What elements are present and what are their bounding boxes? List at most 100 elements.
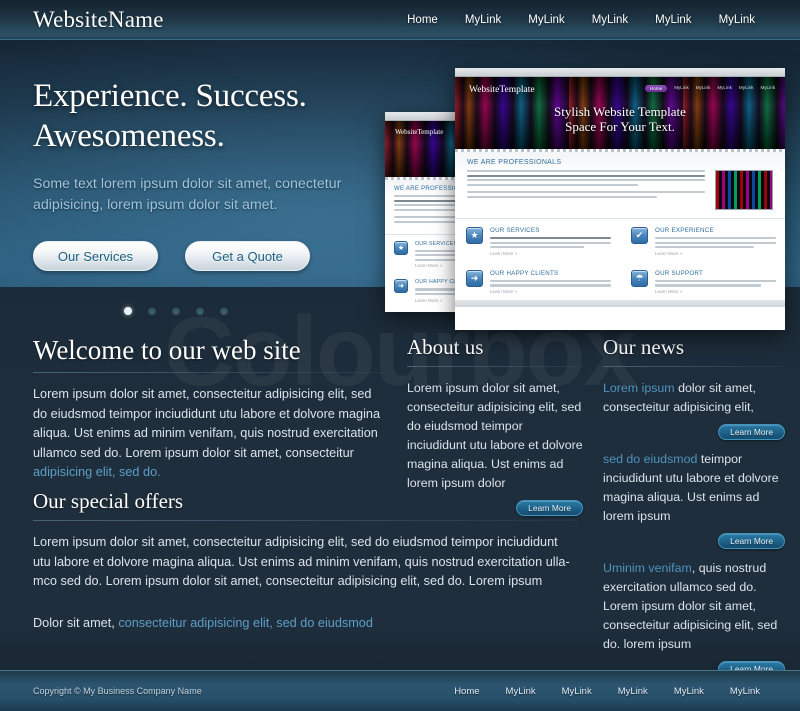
mockup-nav-4[interactable]: MyLink: [739, 85, 754, 92]
offers-section: Our special offers Lorem ipsum dolor sit…: [33, 489, 578, 630]
about-heading: About us: [407, 335, 484, 359]
news-learn-more-button[interactable]: Learn More: [718, 533, 785, 549]
offers-body: Lorem ipsum dolor sit amet, consecteitur…: [33, 535, 570, 588]
welcome-body-text: Lorem ipsum dolor sit amet, consecteitur…: [33, 387, 381, 460]
footer-nav-1[interactable]: MyLink: [506, 686, 536, 697]
nav-item-5[interactable]: MyLink: [719, 14, 755, 26]
news-item: Lorem ipsum dolor sit amet, consecteitur…: [603, 379, 785, 440]
welcome-body: Lorem ipsum dolor sit amet, consecteitur…: [33, 385, 385, 483]
hero-buttons: Our Services Get a Quote: [33, 241, 393, 271]
mockup-front-feature-title: OUR EXPERIENCE: [655, 227, 714, 234]
mockup-front-hero: WebsiteTemplate Home MyLink MyLink MyLin…: [455, 77, 785, 149]
mockup-front-feature-learn-more[interactable]: Learn More »: [490, 289, 611, 294]
news-item-link[interactable]: Lorem ipsum: [603, 381, 675, 395]
mockup-front-feature-title: OUR SUPPORT: [655, 269, 704, 277]
mockup-front-feature-learn-more[interactable]: Learn More »: [655, 289, 776, 294]
mockup-front-footer: [455, 299, 785, 307]
main-content: Colourbox Welcome to our web site Lorem …: [0, 287, 800, 711]
mockup-nav-2[interactable]: MyLink: [696, 85, 711, 92]
browser-mockup-front: WebsiteTemplate Home MyLink MyLink MyLin…: [455, 68, 785, 330]
slider-dot-3[interactable]: [172, 307, 180, 315]
hero-headline-line2: Awesomeness.: [33, 118, 225, 154]
mockup-back-brand: WebsiteTemplate: [395, 128, 444, 136]
site-header: WebsiteName Home MyLink MyLink MyLink My…: [0, 0, 800, 40]
mockup-front-feature[interactable]: ✔ OUR EXPERIENCE Learn More »: [620, 219, 785, 262]
news-item: sed do eiudsmod teimpor inciudidunt utu …: [603, 450, 785, 549]
about-rule: [407, 366, 583, 367]
mockup-nav-1[interactable]: MyLink: [674, 85, 689, 92]
star-icon: ★: [466, 227, 483, 244]
footer-nav-5[interactable]: MyLink: [730, 686, 760, 697]
footer-copyright: Copyright © My Business Company Name: [33, 686, 202, 696]
slider-dot-1[interactable]: [124, 307, 132, 315]
hero-headline-line1: Experience. Success.: [33, 78, 307, 114]
mockup-front-image: [715, 170, 773, 210]
mockup-front-title-line2: Space For Your Text.: [565, 119, 675, 134]
welcome-heading: Welcome to our web site: [33, 335, 301, 365]
mockup-front-features: ★ OUR SERVICES Learn More » ✔ OUR EXPERI…: [455, 218, 785, 300]
offers-tail-link[interactable]: consecteitur adipisicing elit, sed do ei…: [118, 616, 373, 630]
mockup-front-chrome: [455, 68, 785, 77]
news-rule: [603, 366, 785, 367]
nav-item-4[interactable]: MyLink: [655, 14, 691, 26]
nav-item-1[interactable]: MyLink: [465, 14, 501, 26]
footer-nav: Home MyLink MyLink MyLink MyLink MyLink: [454, 686, 760, 697]
offers-tail-plain: Dolor sit amet,: [33, 615, 119, 630]
hero-copy: Experience. Success. Awesomeness. Some t…: [33, 76, 393, 271]
mockup-front-feature-learn-more[interactable]: Learn More »: [655, 251, 776, 256]
mockup-front-section-title: WE ARE PROFESSIONALS: [467, 159, 562, 166]
offers-heading: Our special offers: [33, 489, 184, 513]
mockup-front-intro: [455, 170, 785, 218]
footer-nav-3[interactable]: MyLink: [618, 686, 648, 697]
mockup-front-title: Stylish Website Template Space For Your …: [455, 104, 785, 134]
get-a-quote-button[interactable]: Get a Quote: [185, 241, 310, 271]
news-item-link[interactable]: sed do eiudsmod: [603, 452, 697, 466]
mockup-front-nav: Home MyLink MyLink MyLink MyLink MyLink: [644, 85, 775, 92]
news-heading: Our news: [603, 335, 685, 359]
welcome-rule: [33, 372, 385, 373]
mockup-nav-3[interactable]: MyLink: [717, 85, 732, 92]
footer-nav-2[interactable]: MyLink: [562, 686, 592, 697]
mockup-front-body: WE ARE PROFESSIONALS ★ OUR SERVICES Lear…: [455, 152, 785, 307]
mockup-nav-5[interactable]: MyLink: [760, 85, 775, 92]
site-brand: WebsiteName: [33, 6, 164, 32]
news-section: Our news Lorem ipsum dolor sit amet, con…: [603, 335, 785, 711]
news-learn-more-button[interactable]: Learn More: [718, 424, 785, 440]
mockup-front-feature-title: OUR SERVICES: [490, 227, 540, 234]
mockup-front-feature-learn-more[interactable]: Learn More »: [490, 251, 611, 256]
footer-nav-home[interactable]: Home: [454, 686, 479, 697]
footer-nav-4[interactable]: MyLink: [674, 686, 704, 697]
nav-item-3[interactable]: MyLink: [592, 14, 628, 26]
offers-rule: [33, 520, 578, 521]
umbrella-icon: ☂: [631, 269, 648, 287]
nav-item-2[interactable]: MyLink: [528, 14, 564, 26]
mockup-front-feature-title: OUR HAPPY CLIENTS: [490, 269, 559, 277]
mockup-front-feature[interactable]: ➜ OUR HAPPY CLIENTS Learn More »: [455, 262, 620, 300]
mockup-front-brand: WebsiteTemplate: [469, 85, 535, 95]
hero-subtext: Some text lorem ipsum dolor sit amet, co…: [33, 176, 342, 213]
hero-slider-dots: [124, 307, 228, 315]
mockup-front-feature[interactable]: ☂ OUR SUPPORT Learn More »: [620, 262, 785, 300]
site-footer: Copyright © My Business Company Name Hom…: [0, 670, 800, 711]
news-item-link[interactable]: Uminim venifam: [603, 561, 692, 575]
mockup-nav-home[interactable]: Home: [644, 85, 668, 92]
hero-headline: Experience. Success. Awesomeness.: [33, 76, 393, 156]
primary-nav: Home MyLink MyLink MyLink MyLink MyLink: [407, 14, 755, 26]
mockup-front-feature[interactable]: ★ OUR SERVICES Learn More »: [455, 219, 620, 262]
star-icon: ★: [394, 240, 408, 255]
mockup-front-intro-text: [467, 170, 705, 210]
slider-dot-4[interactable]: [196, 307, 204, 315]
nav-item-home[interactable]: Home: [407, 14, 438, 26]
about-body: Lorem ipsum dolor sit amet, consecteitur…: [407, 381, 583, 490]
arrow-right-icon: ➜: [394, 279, 408, 294]
arrow-right-icon: ➜: [466, 269, 483, 287]
our-services-button[interactable]: Our Services: [33, 241, 158, 271]
offers-tail: Dolor sit amet, consecteitur adipisicing…: [33, 616, 578, 630]
check-icon: ✔: [631, 227, 648, 244]
page-root: WebsiteName Home MyLink MyLink MyLink My…: [0, 0, 800, 711]
slider-dot-5[interactable]: [220, 307, 228, 315]
slider-dot-2[interactable]: [148, 307, 156, 315]
mockup-front-title-line1: Stylish Website Template: [554, 104, 686, 119]
welcome-body-link[interactable]: adipisicing elit, sed do.: [33, 465, 161, 479]
news-item: Uminim venifam, quis nostrud exercitatio…: [603, 559, 785, 677]
